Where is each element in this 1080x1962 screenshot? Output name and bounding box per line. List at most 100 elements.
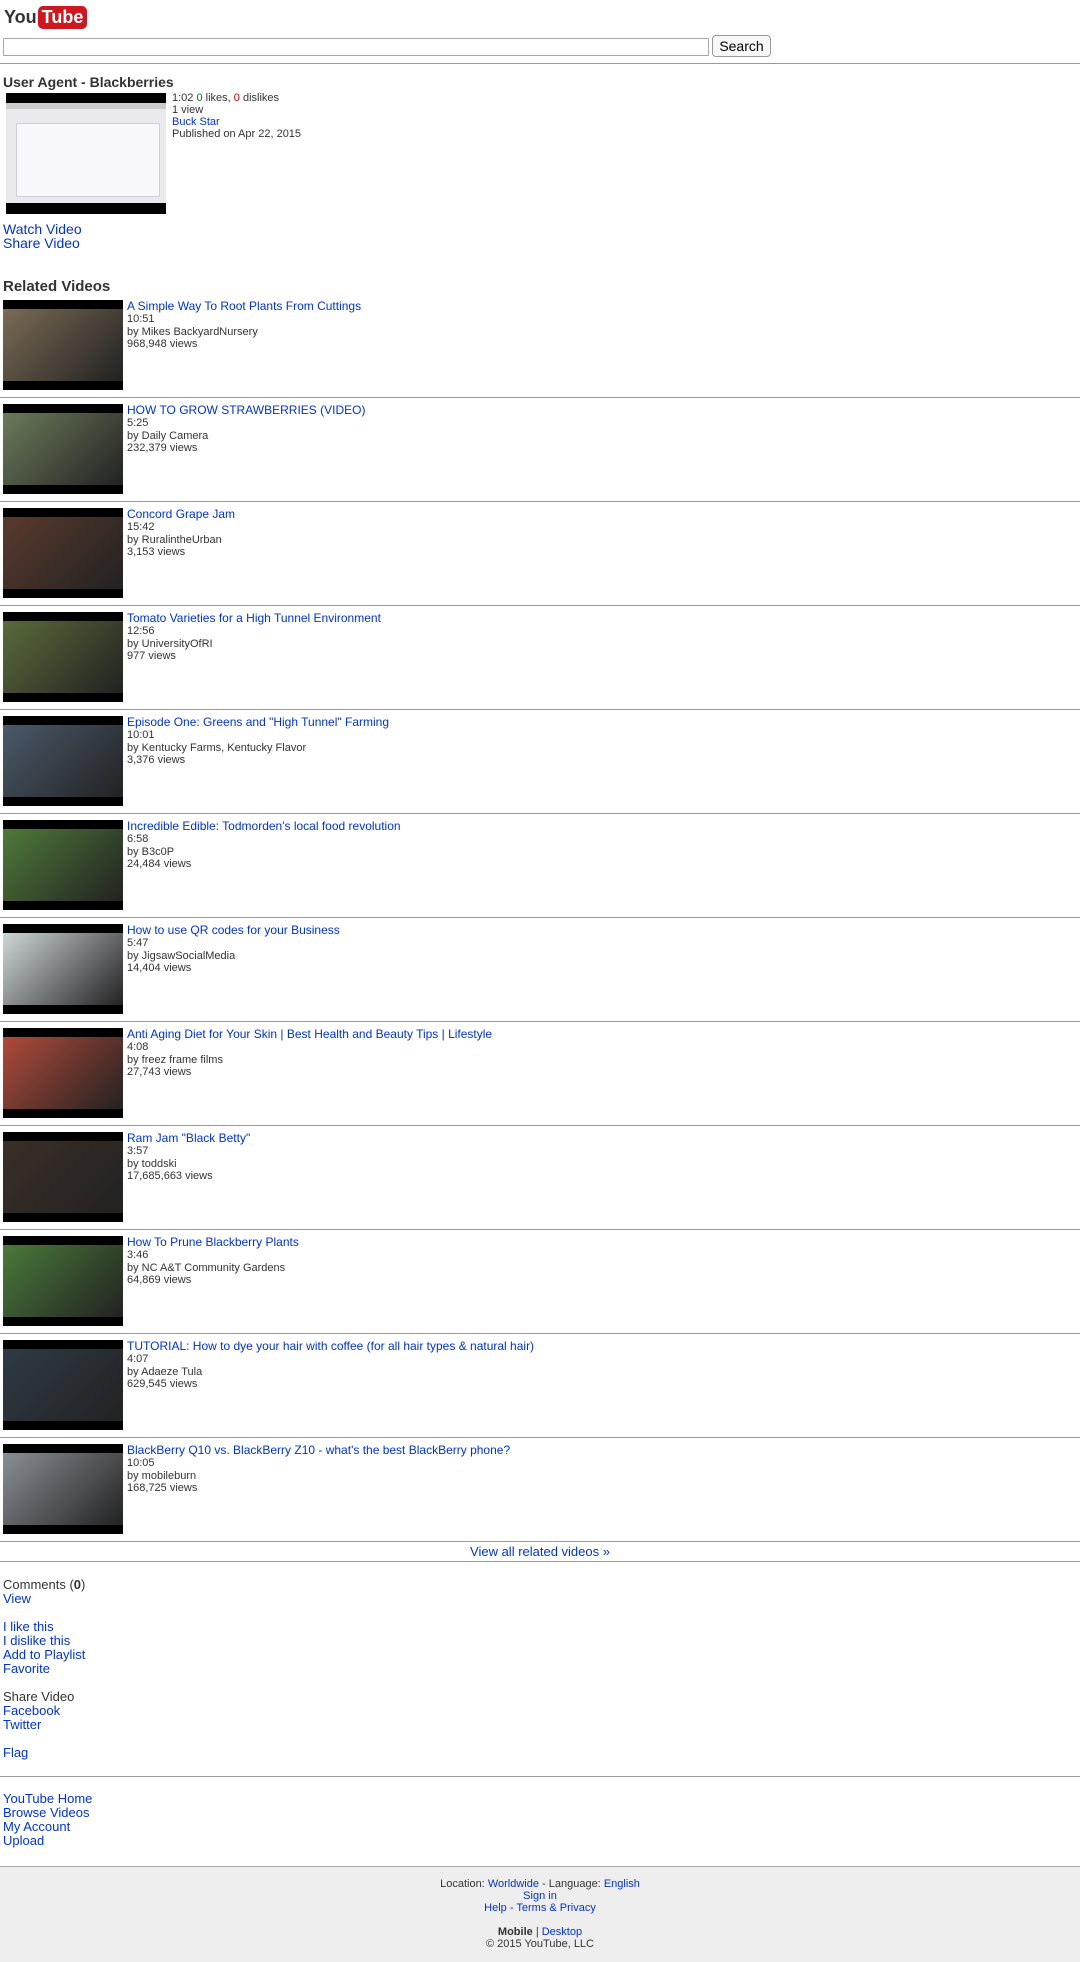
divider xyxy=(0,917,1080,918)
related-views: 27,743 views xyxy=(127,1066,192,1078)
dislike-link[interactable]: I dislike this xyxy=(3,1634,85,1648)
like-count: 0 xyxy=(196,92,203,104)
comments-section: Comments (0) View xyxy=(3,1578,85,1606)
video-title: User Agent - Blackberries xyxy=(3,74,174,90)
related-info: Incredible Edible: Todmorden's local foo… xyxy=(127,820,401,871)
my-account-link[interactable]: My Account xyxy=(3,1820,92,1834)
related-duration: 5:47 xyxy=(127,937,149,949)
related-author: by mobileburn xyxy=(127,1469,197,1482)
related-title-link[interactable]: Incredible Edible: Todmorden's local foo… xyxy=(127,819,401,833)
thumbnail-image xyxy=(3,933,123,1005)
related-thumbnail[interactable] xyxy=(3,612,123,702)
divider xyxy=(0,1125,1080,1126)
view-comments-link[interactable]: View xyxy=(3,1592,85,1606)
thumbnail-image xyxy=(3,725,123,797)
sign-in-link[interactable]: Sign in xyxy=(523,1890,557,1902)
related-title-link[interactable]: Episode One: Greens and "High Tunnel" Fa… xyxy=(127,715,389,729)
related-author: by Daily Camera xyxy=(127,429,209,442)
twitter-link[interactable]: Twitter xyxy=(3,1718,74,1732)
related-duration: 3:57 xyxy=(127,1145,149,1157)
flag-section: Flag xyxy=(3,1746,28,1760)
rating-actions: I like this I dislike this Add to Playli… xyxy=(3,1620,85,1676)
divider xyxy=(0,1541,1080,1542)
related-info: Episode One: Greens and "High Tunnel" Fa… xyxy=(127,716,389,767)
likes-label: likes, xyxy=(205,92,231,104)
related-thumbnail[interactable] xyxy=(3,404,123,494)
video-duration: 1:02 xyxy=(172,92,194,104)
related-duration: 6:58 xyxy=(127,833,149,845)
video-meta: 1:02 0 likes, 0 dislikes 1 view Buck Sta… xyxy=(172,92,301,140)
location-label: Location: xyxy=(440,1878,485,1890)
related-video-item: How to use QR codes for your Business 5:4… xyxy=(0,924,1080,1028)
copyright: © 2015 YouTube, LLC xyxy=(485,1938,594,1950)
thumbnail-image xyxy=(3,1349,123,1421)
video-thumbnail[interactable] xyxy=(6,93,166,214)
related-video-item: Ram Jam "Black Betty" 3:57 by toddski 17,68… xyxy=(0,1132,1080,1236)
related-author: by Adaeze Tula xyxy=(127,1365,203,1378)
divider xyxy=(0,813,1080,814)
favorite-link[interactable]: Favorite xyxy=(3,1662,85,1676)
facebook-link[interactable]: Facebook xyxy=(3,1704,74,1718)
search-button[interactable]: Search xyxy=(712,35,771,57)
related-title-link[interactable]: A Simple Way To Root Plants From Cutting… xyxy=(127,299,361,313)
related-thumbnail[interactable] xyxy=(3,1028,123,1118)
related-title-link[interactable]: Concord Grape Jam xyxy=(127,507,235,521)
youtube-home-link[interactable]: YouTube Home xyxy=(3,1792,92,1806)
related-info: HOW TO GROW STRAWBERRIES (VIDEO) 5:25 by D… xyxy=(127,404,365,455)
dislikes-label: dislikes xyxy=(242,92,280,104)
upload-link[interactable]: Upload xyxy=(3,1834,92,1848)
related-title-link[interactable]: Tomato Varieties for a High Tunnel Envir… xyxy=(127,611,381,625)
related-thumbnail[interactable] xyxy=(3,1340,123,1430)
divider xyxy=(0,1333,1080,1334)
related-info: Tomato Varieties for a High Tunnel Envir… xyxy=(127,612,381,663)
related-duration: 3:46 xyxy=(127,1249,149,1261)
related-thumbnail[interactable] xyxy=(3,716,123,806)
related-views: 968,948 views xyxy=(127,338,198,350)
related-thumbnail[interactable] xyxy=(3,508,123,598)
related-title-link[interactable]: Anti Aging Diet for Your Skin | Best Hea… xyxy=(127,1027,492,1041)
related-duration: 10:01 xyxy=(127,729,155,741)
related-info: Anti Aging Diet for Your Skin | Best Hea… xyxy=(127,1028,492,1079)
flag-link[interactable]: Flag xyxy=(3,1746,28,1760)
view-count: 1 view xyxy=(172,104,204,116)
search-input[interactable] xyxy=(3,38,709,56)
related-title-link[interactable]: Ram Jam "Black Betty" xyxy=(127,1131,250,1145)
related-title-link[interactable]: HOW TO GROW STRAWBERRIES (VIDEO) xyxy=(127,403,365,417)
desktop-link[interactable]: Desktop xyxy=(542,1926,582,1938)
add-to-playlist-link[interactable]: Add to Playlist xyxy=(3,1648,85,1662)
view-all-related-link[interactable]: View all related videos » xyxy=(470,1544,610,1559)
related-duration: 12:56 xyxy=(127,625,155,637)
related-thumbnail[interactable] xyxy=(3,820,123,910)
share-video-link[interactable]: Share Video xyxy=(3,235,80,251)
uploader-link[interactable]: Buck Star xyxy=(172,116,220,128)
help-link[interactable]: Help xyxy=(484,1902,507,1914)
related-title-link[interactable]: How To Prune Blackberry Plants xyxy=(127,1235,299,1249)
related-thumbnail[interactable] xyxy=(3,1236,123,1326)
related-views: 629,545 views xyxy=(127,1378,198,1390)
related-thumbnail[interactable] xyxy=(3,300,123,390)
related-info: Concord Grape Jam 15:42 by RuralintheUrban… xyxy=(127,508,235,559)
like-link[interactable]: I like this xyxy=(3,1620,85,1634)
related-author: by toddski xyxy=(127,1157,177,1170)
related-title-link[interactable]: How to use QR codes for your Business xyxy=(127,923,340,937)
related-title-link[interactable]: TUTORIAL: How to dye your hair with coff… xyxy=(127,1339,534,1353)
related-thumbnail[interactable] xyxy=(3,924,123,1014)
divider xyxy=(0,1437,1080,1438)
thumbnail-image xyxy=(3,413,123,485)
mobile-label: Mobile xyxy=(497,1926,533,1938)
related-duration: 10:51 xyxy=(127,313,155,325)
related-thumbnail[interactable] xyxy=(3,1444,123,1534)
related-title-link[interactable]: BlackBerry Q10 vs. BlackBerry Z10 - what… xyxy=(127,1443,510,1457)
language-link[interactable]: English xyxy=(604,1878,640,1890)
footer-pipe: | xyxy=(535,1926,539,1938)
related-views: 64,869 views xyxy=(127,1274,192,1286)
thumbnail-image xyxy=(3,1141,123,1213)
location-link[interactable]: Worldwide xyxy=(488,1878,539,1890)
related-thumbnail[interactable] xyxy=(3,1132,123,1222)
browse-videos-link[interactable]: Browse Videos xyxy=(3,1806,92,1820)
related-author: by UniversityOfRI xyxy=(127,637,213,650)
comments-label: Comments (0) xyxy=(3,1577,86,1592)
youtube-logo[interactable]: You Tube xyxy=(4,5,88,29)
terms-link[interactable]: Terms & Privacy xyxy=(516,1902,595,1914)
divider xyxy=(0,1021,1080,1022)
